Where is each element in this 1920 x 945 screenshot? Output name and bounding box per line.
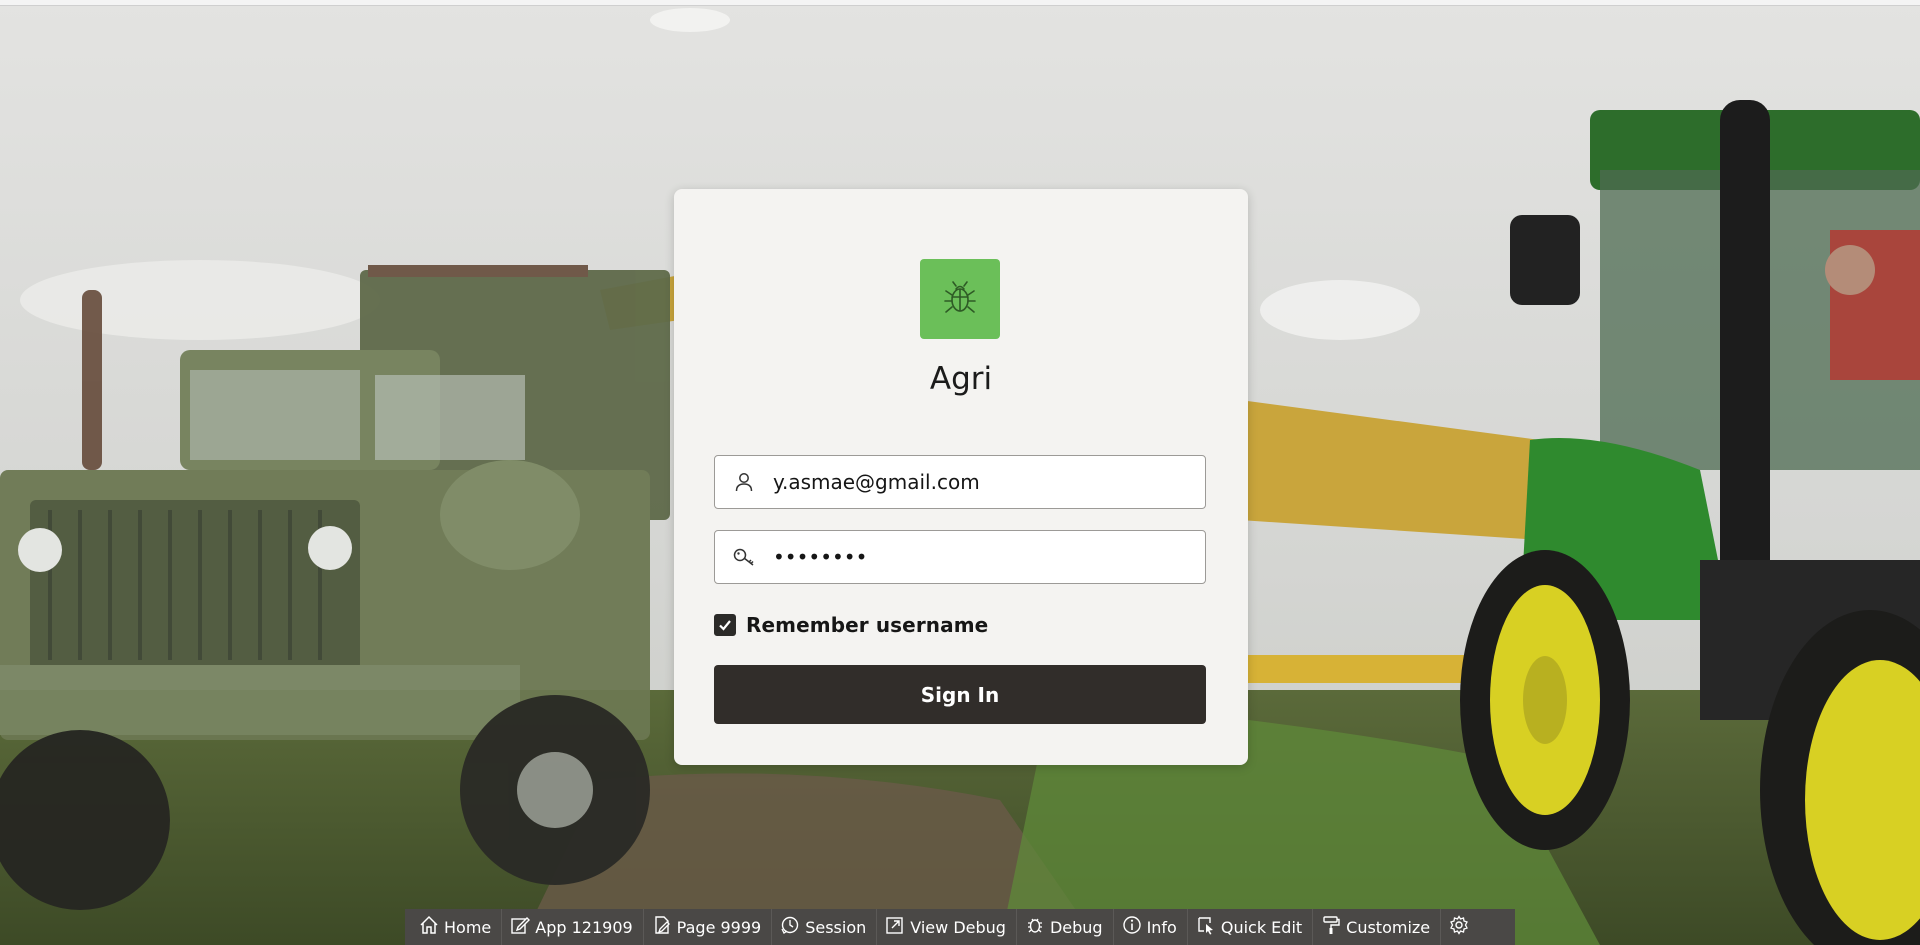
bug-icon [938, 275, 982, 324]
user-icon [715, 455, 773, 509]
devbar-info[interactable]: Info [1114, 909, 1188, 945]
info-icon [1122, 915, 1147, 939]
devbar-debug[interactable]: Debug [1017, 909, 1114, 945]
session-icon [780, 915, 805, 939]
username-value[interactable]: y.asmae@gmail.com [773, 470, 980, 494]
devbar-home-label[interactable]: Home [444, 918, 491, 937]
edit-icon [510, 915, 535, 939]
remember-label[interactable]: Remember username [746, 613, 988, 637]
devbar-quick-edit[interactable]: Quick Edit [1188, 909, 1314, 945]
home-icon [419, 915, 444, 939]
devbar-app[interactable]: App 121909 [502, 909, 644, 945]
checkmark-icon [716, 616, 734, 634]
remember-checkbox[interactable] [714, 614, 736, 636]
devbar-page[interactable]: Page 9999 [644, 909, 773, 945]
remember-username[interactable]: Remember username [714, 613, 988, 637]
developer-toolbar: Home App 121909 Page 9999 Session View D… [405, 909, 1515, 945]
devbar-view-debug[interactable]: View Debug [877, 909, 1017, 945]
customize-icon [1321, 915, 1346, 939]
login-card: Agri y.asmae@gmail.com •••••••• Remember… [674, 189, 1248, 765]
devbar-quick-edit-label[interactable]: Quick Edit [1221, 918, 1302, 937]
app-logo [920, 259, 1000, 339]
quick-edit-icon [1196, 915, 1221, 939]
page-edit-icon [652, 915, 677, 939]
devbar-view-debug-label[interactable]: View Debug [910, 918, 1006, 937]
devbar-debug-label[interactable]: Debug [1050, 918, 1103, 937]
devbar-customize-label[interactable]: Customize [1346, 918, 1430, 937]
password-field[interactable]: •••••••• [714, 530, 1206, 584]
devbar-home[interactable]: Home [411, 909, 503, 945]
gear-icon[interactable] [1449, 915, 1474, 939]
devbar-info-label[interactable]: Info [1147, 918, 1177, 937]
top-border [0, 0, 1920, 6]
password-value[interactable]: •••••••• [773, 545, 867, 569]
devbar-session-label[interactable]: Session [805, 918, 866, 937]
debug-icon [1025, 915, 1050, 939]
devbar-app-label[interactable]: App 121909 [535, 918, 632, 937]
app-title: Agri [929, 361, 993, 397]
sign-in-button[interactable]: Sign In [714, 665, 1206, 724]
key-icon [715, 530, 773, 584]
username-field[interactable]: y.asmae@gmail.com [714, 455, 1206, 509]
devbar-session[interactable]: Session [772, 909, 878, 945]
devbar-page-label[interactable]: Page 9999 [677, 918, 762, 937]
devbar-settings[interactable] [1441, 909, 1484, 945]
devbar-customize[interactable]: Customize [1313, 909, 1442, 945]
view-debug-icon [885, 915, 910, 939]
